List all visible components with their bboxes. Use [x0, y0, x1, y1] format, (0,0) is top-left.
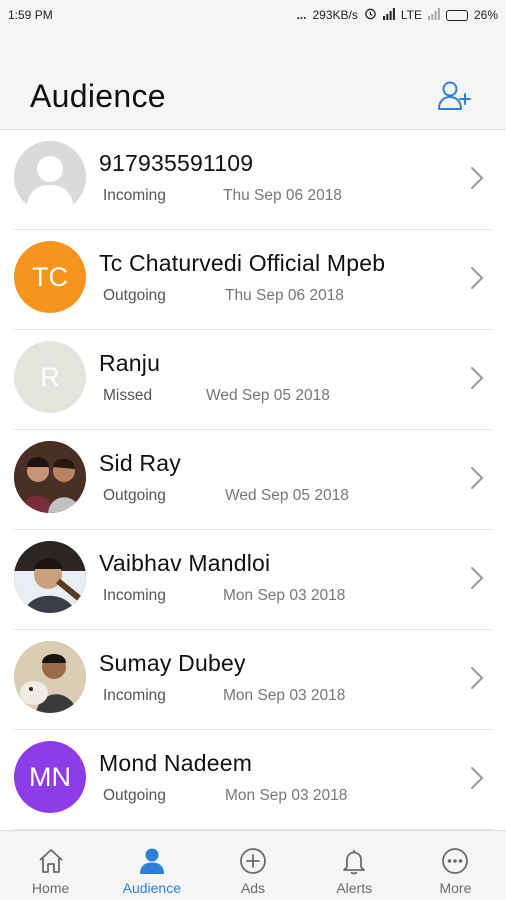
lte-label: LTE: [400, 8, 422, 22]
tab-label: Ads: [240, 880, 266, 896]
network-speed: 293KB/s: [312, 8, 358, 22]
tab-ads[interactable]: Ads: [202, 831, 303, 900]
more-icon: [439, 845, 471, 877]
contact-row[interactable]: Sid Ray Outgoing Wed Sep 05 2018: [0, 430, 506, 530]
call-type: Outgoing: [103, 487, 166, 504]
alarm-icon: [364, 7, 377, 23]
tab-label: More: [439, 880, 472, 896]
chevron-right-icon: [468, 664, 486, 692]
contact-row[interactable]: 917935591109 Incoming Thu Sep 06 2018: [0, 130, 506, 230]
contact-name: Sid Ray: [99, 450, 181, 476]
call-date: Thu Sep 06 2018: [225, 287, 344, 304]
call-type: Outgoing: [103, 287, 166, 304]
avatar-initials: R: [40, 361, 60, 392]
chevron-right-icon: [468, 564, 486, 592]
contact-name: Vaibhav Mandloi: [99, 550, 271, 576]
contact-name: Mond Nadeem: [99, 750, 253, 776]
chevron-right-icon: [468, 464, 486, 492]
person-icon: [136, 845, 168, 877]
status-time: 1:59 PM: [8, 8, 53, 22]
contact-name: Ranju: [99, 350, 161, 376]
tab-audience[interactable]: Audience: [101, 831, 202, 900]
call-date: Mon Sep 03 2018: [223, 687, 346, 704]
contact-row[interactable]: Sumay Dubey Incoming Mon Sep 03 2018: [0, 630, 506, 730]
call-date: Wed Sep 05 2018: [206, 387, 330, 404]
call-type: Incoming: [103, 687, 166, 704]
call-type: Incoming: [103, 587, 166, 604]
add-user-button[interactable]: [434, 76, 474, 116]
signal-2-icon: [427, 7, 440, 23]
chevron-right-icon: [468, 264, 486, 292]
battery-icon: [445, 9, 468, 21]
contact-avatar: MN: [14, 741, 86, 813]
tab-more[interactable]: More: [405, 831, 506, 900]
dots-icon: ...: [296, 8, 307, 22]
contact-name: Tc Chaturvedi Official Mpeb: [99, 250, 386, 276]
tab-label: Alerts: [336, 880, 373, 896]
call-type: Missed: [103, 387, 153, 404]
contact-name: 917935591109: [99, 150, 254, 176]
contact-avatar: TC: [14, 241, 86, 313]
call-date: Mon Sep 03 2018: [225, 787, 348, 804]
contact-row[interactable]: R Ranju Missed Wed Sep 05 2018: [0, 330, 506, 430]
battery-percent: 26%: [473, 8, 498, 22]
avatar-initials: MN: [29, 761, 71, 792]
contact-row[interactable]: MN Mond Nadeem Outgoing Mon Sep 03 2018: [0, 730, 506, 830]
tab-label: Audience: [122, 880, 181, 896]
tab-label: Home: [31, 880, 70, 896]
avatar-initials: TC: [32, 261, 68, 292]
call-date: Mon Sep 03 2018: [223, 587, 346, 604]
status-icons: ... 293KB/s LTE 26%: [296, 7, 498, 23]
chevron-right-icon: [468, 164, 486, 192]
tab-home[interactable]: Home: [0, 831, 101, 900]
home-icon: [35, 845, 67, 877]
bell-icon: [338, 845, 370, 877]
tab-alerts[interactable]: Alerts: [304, 831, 405, 900]
chevron-right-icon: [468, 364, 486, 392]
status-bar: 1:59 PM ... 293KB/s LTE 26%: [0, 0, 506, 30]
call-date: Wed Sep 05 2018: [225, 487, 349, 504]
signal-icon: [382, 7, 395, 23]
contact-row[interactable]: TC Tc Chaturvedi Official Mpeb Outgoing Thu…: [0, 230, 506, 330]
page-title: Audience: [30, 78, 166, 114]
call-date: Thu Sep 06 2018: [223, 187, 342, 204]
contact-avatar: [14, 141, 86, 213]
call-type: Incoming: [103, 187, 166, 204]
contact-avatar: [14, 441, 86, 513]
add-user-icon: [438, 81, 471, 110]
contact-list: 917935591109 Incoming Thu Sep 06 2018 TC Tc …: [0, 130, 506, 830]
contact-avatar: [14, 541, 86, 613]
plus-circle-icon: [237, 845, 269, 877]
contact-avatar: R: [14, 341, 86, 413]
contact-row[interactable]: Vaibhav Mandloi Incoming Mon Sep 03 2018: [0, 530, 506, 630]
header: Audience: [0, 30, 506, 130]
bottom-tab-bar: Home Audience Ads Alerts More: [0, 830, 506, 900]
chevron-right-icon: [468, 764, 486, 792]
contact-avatar: [14, 641, 86, 713]
contact-name: Sumay Dubey: [99, 650, 246, 676]
call-type: Outgoing: [103, 787, 166, 804]
